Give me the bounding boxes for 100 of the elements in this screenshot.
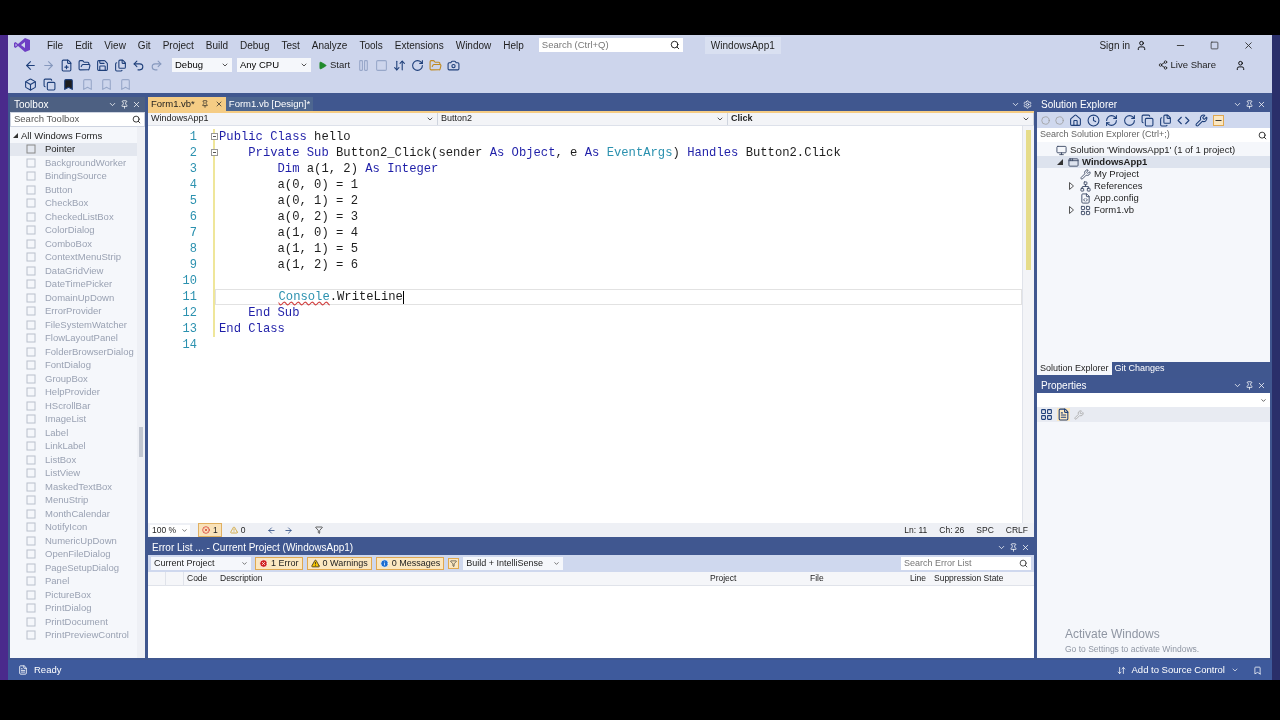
- scope-dropdown[interactable]: Current Project: [151, 557, 251, 570]
- step-over-icon[interactable]: [411, 58, 425, 72]
- caret-icon[interactable]: [108, 100, 117, 109]
- camera-icon[interactable]: [447, 58, 461, 72]
- collapsed-arrow-icon[interactable]: [1069, 206, 1074, 214]
- filter-toggle[interactable]: 1 Error: [255, 557, 303, 570]
- source-dropdown[interactable]: Build + IntelliSense: [463, 557, 564, 570]
- collapsed-arrow-icon[interactable]: [1069, 182, 1074, 190]
- open-folder-icon[interactable]: [78, 58, 91, 72]
- column-header[interactable]: Suppression State: [931, 572, 1034, 585]
- collapse-icon[interactable]: [211, 149, 218, 156]
- platform-dropdown[interactable]: Any CPU: [237, 58, 311, 72]
- menu-item[interactable]: Debug: [235, 37, 275, 53]
- undo-icon[interactable]: [132, 58, 145, 72]
- editor-tab[interactable]: Form1.vb [Design]*: [225, 97, 314, 111]
- menu-item[interactable]: File: [42, 37, 69, 53]
- close-icon[interactable]: [1257, 100, 1266, 109]
- copy-icon[interactable]: [1141, 113, 1154, 127]
- save-icon[interactable]: [96, 58, 109, 72]
- sign-in-link[interactable]: Sign in: [1099, 37, 1130, 53]
- editor-tab[interactable]: Form1.vb*: [148, 97, 226, 111]
- panel-tab[interactable]: Solution Explorer: [1037, 362, 1112, 375]
- pin-icon[interactable]: [200, 100, 209, 108]
- pin-icon[interactable]: [1009, 543, 1018, 552]
- search-input[interactable]: Search (Ctrl+Q): [541, 37, 670, 53]
- column-header[interactable]: Line: [907, 572, 931, 585]
- menu-item[interactable]: Edit: [70, 37, 98, 53]
- filter-icon[interactable]: [315, 526, 324, 534]
- search-input[interactable]: Search Error List: [904, 556, 1019, 571]
- caret-icon[interactable]: [1233, 381, 1242, 390]
- copy-icon[interactable]: [43, 77, 56, 91]
- user-icon[interactable]: [1136, 39, 1147, 51]
- warning-count[interactable]: 0: [229, 523, 246, 537]
- error-count[interactable]: 1: [198, 522, 222, 538]
- menu-item[interactable]: Test: [276, 37, 305, 53]
- back-icon[interactable]: [267, 525, 277, 535]
- tree-item[interactable]: Form1.vb: [1037, 204, 1270, 216]
- back-icon[interactable]: [24, 58, 37, 72]
- configuration-dropdown[interactable]: Debug: [172, 58, 232, 72]
- box-icon[interactable]: [24, 77, 37, 91]
- pin-icon[interactable]: [1245, 381, 1254, 390]
- caret-icon[interactable]: [1231, 666, 1239, 674]
- navigation-dropdown[interactable]: Button2: [438, 113, 728, 125]
- menu-item[interactable]: View: [99, 37, 131, 53]
- notification-icon[interactable]: [1253, 665, 1262, 675]
- tree-item[interactable]: WindowsApp1: [1037, 156, 1270, 168]
- scrollbar-thumb[interactable]: [1026, 130, 1031, 270]
- menu-item[interactable]: Tools: [354, 37, 388, 53]
- menu-item[interactable]: Analyze: [306, 37, 353, 53]
- maximize-icon[interactable]: [1210, 40, 1219, 50]
- menu-item[interactable]: Project: [157, 37, 199, 53]
- pin-icon[interactable]: [120, 100, 129, 109]
- menu-item[interactable]: Help: [498, 37, 529, 53]
- menu-item[interactable]: Git: [132, 37, 156, 53]
- live-share-button[interactable]: Live Share: [1157, 57, 1216, 73]
- alphabetical-icon[interactable]: [1057, 408, 1070, 421]
- home-icon[interactable]: [1069, 113, 1082, 127]
- step-icon[interactable]: [393, 58, 407, 72]
- close-icon[interactable]: [1243, 39, 1254, 51]
- start-button[interactable]: Start: [316, 58, 353, 72]
- navigation-dropdown[interactable]: WindowsApp1: [148, 113, 438, 125]
- menu-item[interactable]: Window: [450, 37, 497, 53]
- caret-icon[interactable]: [997, 543, 1006, 552]
- pin-icon[interactable]: [1245, 100, 1254, 109]
- tree-item[interactable]: App.config: [1037, 192, 1270, 204]
- sync-icon[interactable]: [1105, 113, 1118, 127]
- toolbox-item[interactable]: Pointer: [10, 142, 137, 156]
- close-icon[interactable]: [1257, 381, 1266, 390]
- filter-toggle[interactable]: 0 Messages: [375, 557, 445, 570]
- column-header[interactable]: Code: [184, 572, 217, 585]
- feedback-icon[interactable]: [1235, 59, 1246, 71]
- menu-item[interactable]: Extensions: [389, 37, 449, 53]
- preview-icon[interactable]: [1213, 114, 1224, 126]
- bookmark-icon[interactable]: [62, 77, 75, 91]
- history-icon[interactable]: [1087, 113, 1100, 127]
- close-icon[interactable]: [214, 100, 223, 108]
- tree-item[interactable]: References: [1037, 180, 1270, 192]
- tree-item[interactable]: Solution 'WindowsApp1' (1 of 1 project): [1037, 144, 1270, 156]
- forward-icon[interactable]: [284, 525, 294, 535]
- new-file-icon[interactable]: [60, 58, 73, 72]
- close-icon[interactable]: [1021, 543, 1030, 552]
- column-header[interactable]: Project: [707, 572, 807, 585]
- collapse-icon[interactable]: [211, 133, 218, 140]
- column-header[interactable]: Description: [217, 572, 707, 585]
- caret-icon[interactable]: [1233, 100, 1242, 109]
- menu-item[interactable]: Build: [200, 37, 233, 53]
- source-control-button[interactable]: Add to Source Control: [1131, 662, 1225, 678]
- filter-icon[interactable]: [448, 558, 460, 569]
- save-all-icon[interactable]: [114, 58, 127, 72]
- scrollbar-thumb[interactable]: [139, 427, 143, 457]
- wrench-icon[interactable]: [1195, 113, 1208, 127]
- column-header[interactable]: File: [807, 572, 907, 585]
- tree-item[interactable]: My Project: [1037, 168, 1270, 180]
- close-icon[interactable]: [132, 100, 141, 109]
- zoom-dropdown[interactable]: 100 %: [150, 524, 190, 536]
- refresh-icon[interactable]: [1123, 113, 1136, 127]
- filter-toggle[interactable]: 0 Warnings: [306, 557, 372, 570]
- toolbox-group[interactable]: All Windows Forms: [10, 129, 137, 143]
- expanded-arrow-icon[interactable]: [1057, 159, 1063, 165]
- categorized-icon[interactable]: [1040, 408, 1053, 421]
